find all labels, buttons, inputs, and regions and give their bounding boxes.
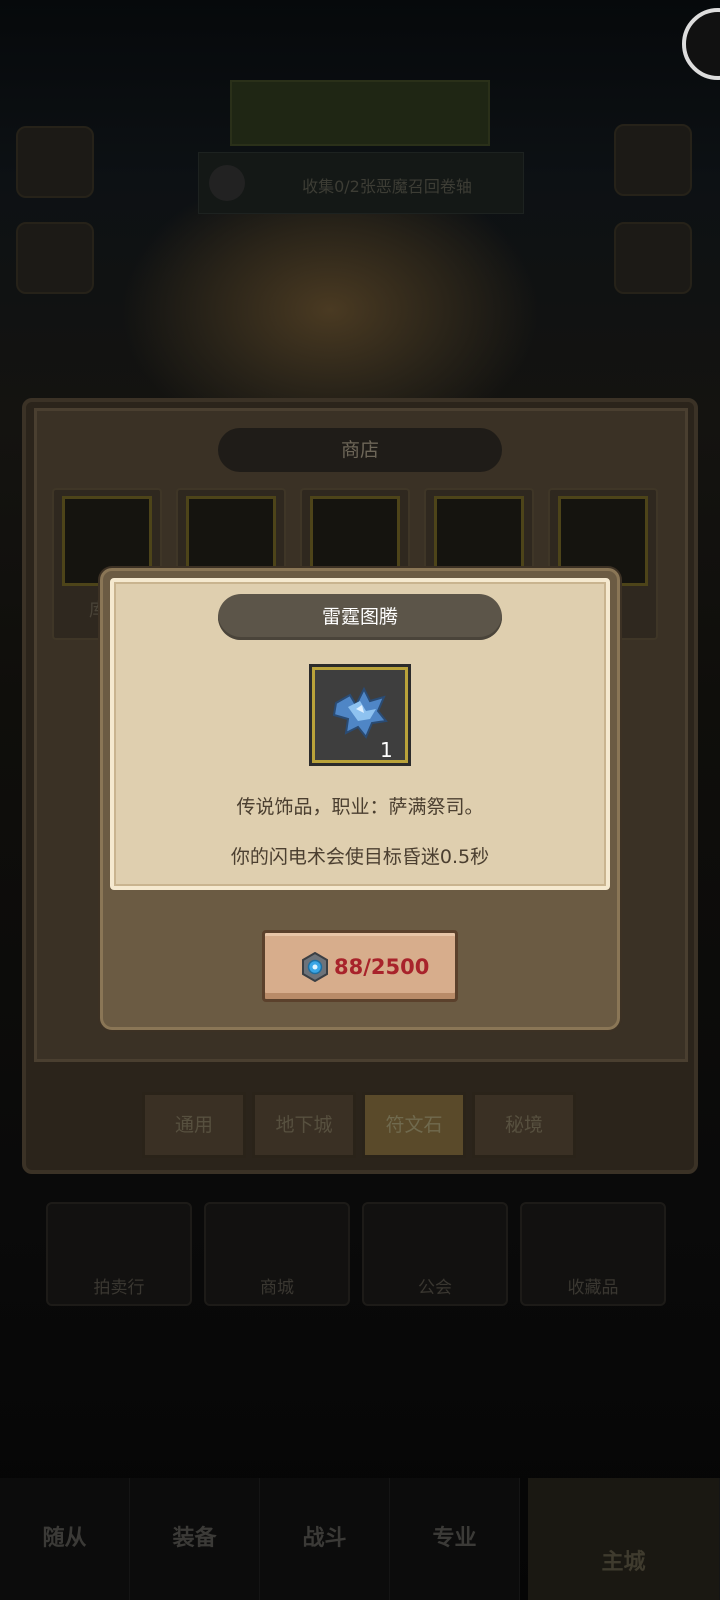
- nav-followers-label: 随从: [42, 1526, 87, 1551]
- collect-quest-bar: 收集0/2张恶魔召回卷轴: [198, 152, 524, 214]
- buy-price: 88/2500: [334, 955, 430, 979]
- tab-general[interactable]: 通用: [142, 1092, 246, 1158]
- nav-battle-label: 战斗: [302, 1526, 347, 1551]
- shop-title: 商店: [218, 428, 502, 472]
- guild-card: 公会: [362, 1202, 508, 1306]
- top-banner-button: [230, 80, 490, 146]
- portal-icon: [16, 222, 94, 294]
- auction-label: 拍卖行: [93, 1278, 145, 1298]
- gear-icon: [614, 124, 692, 196]
- nav-equipment: 装备: [130, 1478, 260, 1600]
- item-count: 1: [380, 738, 393, 762]
- nav-profession-label: 专业: [432, 1526, 477, 1551]
- item-description-effect: 你的闪电术会使目标昏迷0.5秒: [230, 846, 490, 868]
- nav-battle: 战斗: [260, 1478, 390, 1600]
- nav-equipment-label: 装备: [172, 1526, 217, 1551]
- nav-profession: 专业: [390, 1478, 520, 1600]
- book-icon: [614, 222, 692, 294]
- collection-card: 收藏品: [520, 1202, 666, 1306]
- tab-secret-realm[interactable]: 秘境: [472, 1092, 576, 1158]
- tab-runestone[interactable]: 符文石: [362, 1092, 466, 1158]
- nav-followers: 随从: [0, 1478, 130, 1600]
- guild-label: 公会: [418, 1278, 452, 1298]
- tab-dungeon[interactable]: 地下城: [252, 1092, 356, 1158]
- chest-icon: [16, 126, 94, 198]
- mall-card: 商城: [204, 1202, 350, 1306]
- collection-label: 收藏品: [567, 1278, 619, 1298]
- mall-label: 商城: [260, 1278, 294, 1298]
- item-description-class: 传说饰品，职业：萨满祭司。: [236, 796, 484, 818]
- auction-card: 拍卖行: [46, 1202, 192, 1306]
- item-slot: [309, 664, 411, 766]
- item-title: 雷霆图腾: [218, 594, 502, 640]
- nav-main-city: 主城: [528, 1478, 720, 1600]
- runestone-coin-icon: [302, 952, 328, 982]
- nav-main-city-label: 主城: [601, 1550, 646, 1575]
- collect-quest-text: 收集0/2张恶魔召回卷轴: [302, 177, 472, 196]
- quest-icon: [209, 165, 245, 201]
